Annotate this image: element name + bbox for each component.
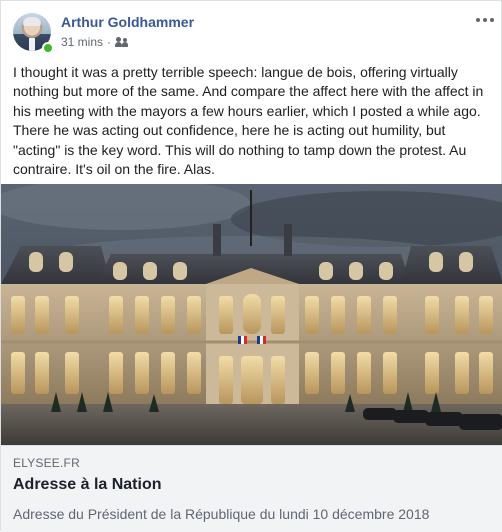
author-name[interactable]: Arthur Goldhammer xyxy=(61,14,194,30)
post-meta: 31 mins · xyxy=(61,35,129,49)
facebook-post: Arthur Goldhammer 31 mins · I thought it… xyxy=(0,0,502,532)
more-horizontal-icon xyxy=(476,18,480,22)
post-header: Arthur Goldhammer 31 mins · xyxy=(11,11,494,55)
link-preview-info[interactable]: ELYSEE.FR Adresse à la Nation Adresse du… xyxy=(1,445,502,532)
link-preview-image[interactable] xyxy=(1,184,502,445)
post-text: I thought it was a pretty terrible speec… xyxy=(13,64,484,178)
link-title[interactable]: Adresse à la Nation xyxy=(13,476,491,498)
friends-icon[interactable] xyxy=(115,36,129,48)
online-status-icon xyxy=(42,42,54,54)
link-domain: ELYSEE.FR xyxy=(13,456,80,470)
post-timestamp[interactable]: 31 mins xyxy=(61,35,103,49)
elysee-palace-photo xyxy=(1,184,502,445)
meta-separator: · xyxy=(107,35,112,49)
link-description: Adresse du Président de la République du… xyxy=(13,506,430,522)
more-options-button[interactable] xyxy=(473,11,497,29)
avatar-hair xyxy=(23,17,41,26)
avatar-shirt xyxy=(29,38,35,51)
